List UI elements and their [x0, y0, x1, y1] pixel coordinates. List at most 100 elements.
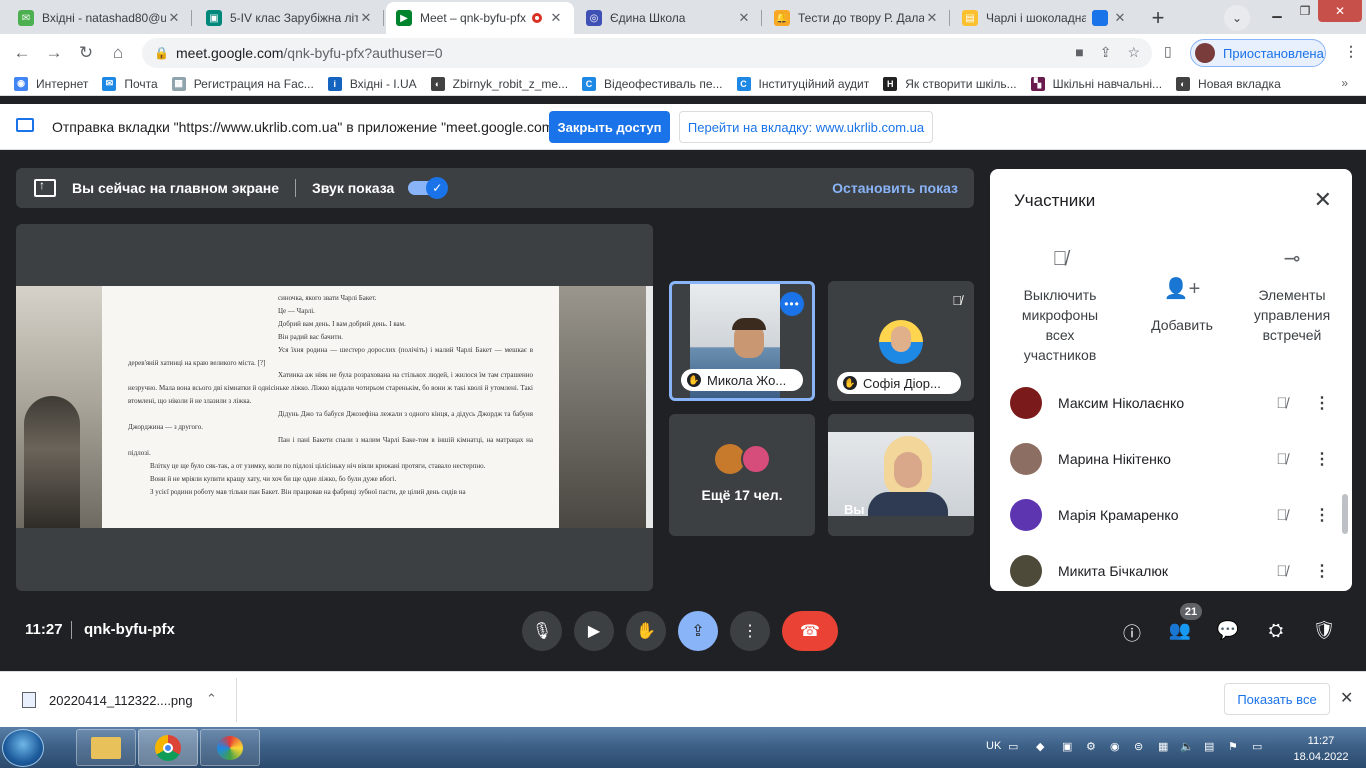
chrome-taskbar-button[interactable]	[138, 729, 198, 766]
flag-icon[interactable]: ⚑	[1228, 740, 1238, 753]
tray-app-icon[interactable]: ▦	[1158, 740, 1168, 753]
switch-tab-button[interactable]: Перейти на вкладку: www.ukrlib.com.ua	[679, 111, 933, 143]
bookmark-item[interactable]: C Інституційний аудит	[736, 76, 869, 91]
bookmark-item[interactable]: ◉ Интернет	[14, 76, 88, 91]
tab-classroom[interactable]: ▣ 5-IV клас Зарубіжна література ✕	[196, 2, 384, 34]
participant-more-icon[interactable]: ⋮	[1302, 561, 1342, 581]
bookmark-item[interactable]: ▚ Шкільні навчальні...	[1030, 76, 1162, 91]
bookmark-item[interactable]: i Вхідні - I.UA	[327, 76, 417, 91]
system-clock[interactable]: 11:27 18.04.2022	[1290, 733, 1352, 765]
bookmark-item[interactable]: H Як створити шкіль...	[883, 76, 1017, 91]
share-audio-toggle[interactable]: ✓	[408, 177, 449, 199]
bookmark-item[interactable]: ✉ Почта	[102, 76, 158, 91]
mute-all-button[interactable]: 🎙̸ Выключить микрофоны всех участников	[1014, 249, 1106, 365]
bookmark-star-icon[interactable]: ☆	[1127, 44, 1140, 61]
tab-tests[interactable]: 🔔 Тести до твору Р. Дала ✕	[764, 2, 950, 34]
bookmark-item[interactable]: ◐ Zbirnyk_robit_z_me...	[430, 76, 568, 91]
camera-icon[interactable]: ■	[1075, 44, 1083, 61]
network-icon[interactable]: ▤	[1204, 740, 1214, 753]
participant-row[interactable]: Микита Бічкалюк 🎙̸ ⋮	[990, 543, 1352, 591]
close-shelf-icon[interactable]: ✕	[1340, 688, 1353, 708]
close-tab-icon[interactable]: ✕	[358, 10, 374, 26]
bookmark-item[interactable]: ◐ Новая вкладка	[1176, 76, 1281, 91]
participant-more-icon[interactable]: ⋮	[1302, 393, 1342, 413]
stop-presenting-link[interactable]: Остановить показ	[832, 180, 958, 196]
self-view-tile[interactable]: Вы	[828, 414, 974, 536]
tab-inbox[interactable]: ✉ Вхідні - natashad80@ukr.net ✕	[8, 2, 192, 34]
tray-app-icon[interactable]: ◆	[1036, 740, 1044, 753]
language-indicator[interactable]: UK	[986, 740, 1001, 752]
mic-off-icon[interactable]: 🎙̸	[1262, 395, 1302, 412]
present-button[interactable]: ⇪	[678, 611, 718, 651]
home-icon[interactable]: ⌂	[104, 39, 132, 67]
camera-button[interactable]: ▶	[574, 611, 614, 651]
more-options-button[interactable]: •••	[780, 292, 804, 316]
mic-off-icon[interactable]: 🎙̸	[1262, 507, 1302, 524]
tray-app-icon[interactable]: ⚙	[1086, 740, 1096, 753]
host-controls-button[interactable]: ⊸ Элементы управления встречей	[1246, 249, 1338, 345]
mic-off-icon[interactable]: 🎙̸	[1262, 451, 1302, 468]
document-scrollbar[interactable]	[646, 286, 653, 528]
chevron-up-icon[interactable]: ⌃	[206, 691, 217, 707]
participant-row[interactable]: Максим Ніколаєнко 🎙̸ ⋮	[990, 375, 1352, 431]
explorer-taskbar-button[interactable]	[76, 729, 136, 766]
shared-screen-tile[interactable]: синочка, якого звати Чарлі Бакет. Це — Ча…	[16, 224, 653, 591]
close-tab-icon[interactable]: ✕	[924, 10, 940, 26]
participant-tile-sofia[interactable]: 🎙̸ ✋ Софія Діор...	[828, 281, 974, 401]
tray-app-icon[interactable]: ▣	[1062, 740, 1072, 753]
bookmark-item[interactable]: ▦ Регистрация на Fac...	[171, 76, 314, 91]
share-icon[interactable]: ⇪	[1100, 44, 1112, 61]
start-button[interactable]	[2, 729, 44, 767]
tab-school[interactable]: ◎ Єдина Школа ✕	[576, 2, 762, 34]
close-panel-icon[interactable]: ✕	[1314, 187, 1332, 213]
back-icon[interactable]: ←	[8, 39, 36, 67]
close-tab-icon[interactable]: ✕	[548, 10, 564, 26]
address-bar[interactable]: 🔒 meet.google.com /qnk-byfu-pfx?authuser…	[142, 38, 1152, 68]
stop-sharing-button[interactable]: Закрыть доступ	[549, 111, 670, 143]
close-tab-icon[interactable]: ✕	[166, 10, 182, 26]
participant-tile-mykola[interactable]: ••• ✋ Микола Жо...	[669, 281, 815, 401]
participant-more-icon[interactable]: ⋮	[1302, 505, 1342, 525]
tab-meet[interactable]: ▶ Meet – qnk-byfu-pfx ✕	[386, 2, 574, 34]
tray-app-icon[interactable]: ⊜	[1134, 740, 1143, 753]
download-file-name[interactable]: 20220414_112322....png	[49, 693, 193, 708]
profile-button[interactable]: Приостановлена	[1190, 39, 1326, 67]
new-tab-button[interactable]: +	[1144, 4, 1172, 32]
bookmarks-overflow-icon[interactable]: »	[1341, 76, 1348, 90]
panel-scrollbar[interactable]	[1342, 494, 1348, 534]
close-tab-icon[interactable]: ✕	[736, 10, 752, 26]
chat-icon[interactable]: 💬	[1216, 620, 1240, 641]
more-options-button[interactable]: ⋮	[730, 611, 770, 651]
forward-icon[interactable]: →	[40, 39, 68, 67]
participant-row[interactable]: Марія Крамаренко 🎙̸ ⋮	[990, 487, 1352, 543]
host-controls-icon[interactable]: 🛡	[1312, 620, 1336, 641]
more-participants-tile[interactable]: Ещё 17 чел.	[669, 414, 815, 536]
restore-icon[interactable]: ❐	[1292, 0, 1318, 22]
reload-icon[interactable]: ↻	[72, 39, 100, 67]
keyboard-icon[interactable]: ▭	[1008, 740, 1018, 753]
participant-row[interactable]: Марина Нікітенко 🎙̸ ⋮	[990, 431, 1352, 487]
close-tab-icon[interactable]: ✕	[1112, 10, 1128, 26]
tray-app-icon[interactable]: ▭	[1252, 740, 1262, 753]
paint-taskbar-button[interactable]	[200, 729, 260, 766]
volume-icon[interactable]: 🔈	[1180, 740, 1194, 753]
bookmark-item[interactable]: C Відеофестиваль пе...	[582, 76, 723, 91]
show-all-downloads-button[interactable]: Показать все	[1224, 683, 1330, 715]
tray-app-icon[interactable]: ◉	[1110, 740, 1120, 753]
lock-icon[interactable]: 🔒	[154, 46, 169, 60]
microphone-button[interactable]: 🎙	[522, 611, 562, 651]
minimize-icon[interactable]: ▁	[1262, 0, 1292, 22]
participant-more-icon[interactable]: ⋮	[1302, 449, 1342, 469]
tab-charlie[interactable]: ▤ Чарлі і шоколадна фабрика ✕	[952, 2, 1138, 34]
activities-icon[interactable]: ⛭	[1264, 620, 1288, 641]
close-window-icon[interactable]: ✕	[1318, 0, 1362, 22]
menu-kebab-icon[interactable]: ⋮	[1344, 43, 1358, 60]
mic-off-icon[interactable]: 🎙̸	[1262, 563, 1302, 580]
tab-search-icon[interactable]: ⌄	[1224, 5, 1250, 31]
meeting-details-icon[interactable]: ⓘ	[1120, 620, 1144, 646]
add-people-button[interactable]: 👤+ Добавить	[1138, 279, 1226, 335]
sidebar-icon[interactable]: ▯	[1164, 43, 1172, 60]
raise-hand-button[interactable]: ✋	[626, 611, 666, 651]
leave-call-button[interactable]: ☎	[782, 611, 838, 651]
people-icon[interactable]: 👥	[1168, 620, 1192, 641]
